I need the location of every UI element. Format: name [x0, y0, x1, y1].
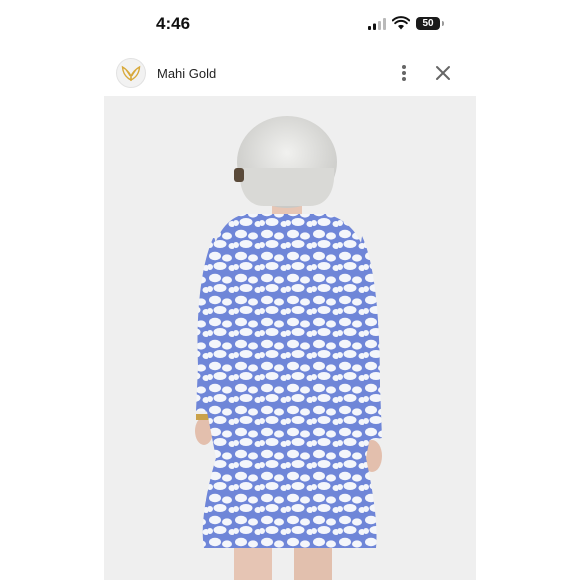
- left-margin: [0, 0, 104, 580]
- wings-logo-icon[interactable]: [116, 58, 146, 88]
- status-time: 4:46: [156, 14, 191, 33]
- close-icon[interactable]: [432, 62, 454, 84]
- more-vertical-icon[interactable]: [394, 62, 414, 84]
- dress: [202, 214, 378, 548]
- glasses: [234, 168, 244, 182]
- wifi-icon: [392, 16, 410, 30]
- brand-name[interactable]: Mahi Gold: [157, 66, 216, 81]
- battery-tip: [442, 21, 444, 26]
- product-photo: [104, 96, 476, 580]
- status-bar: 4:46 50: [104, 0, 476, 48]
- cellular-signal-icon: [368, 18, 386, 30]
- right-margin: [476, 0, 580, 580]
- app-header: Mahi Gold: [104, 50, 476, 96]
- photo-illustration: [104, 96, 476, 580]
- logo-wings-graphic: [121, 65, 141, 82]
- phone-screen: 4:46 50 Mahi Gold: [104, 0, 476, 580]
- battery-indicator: 50: [416, 17, 440, 30]
